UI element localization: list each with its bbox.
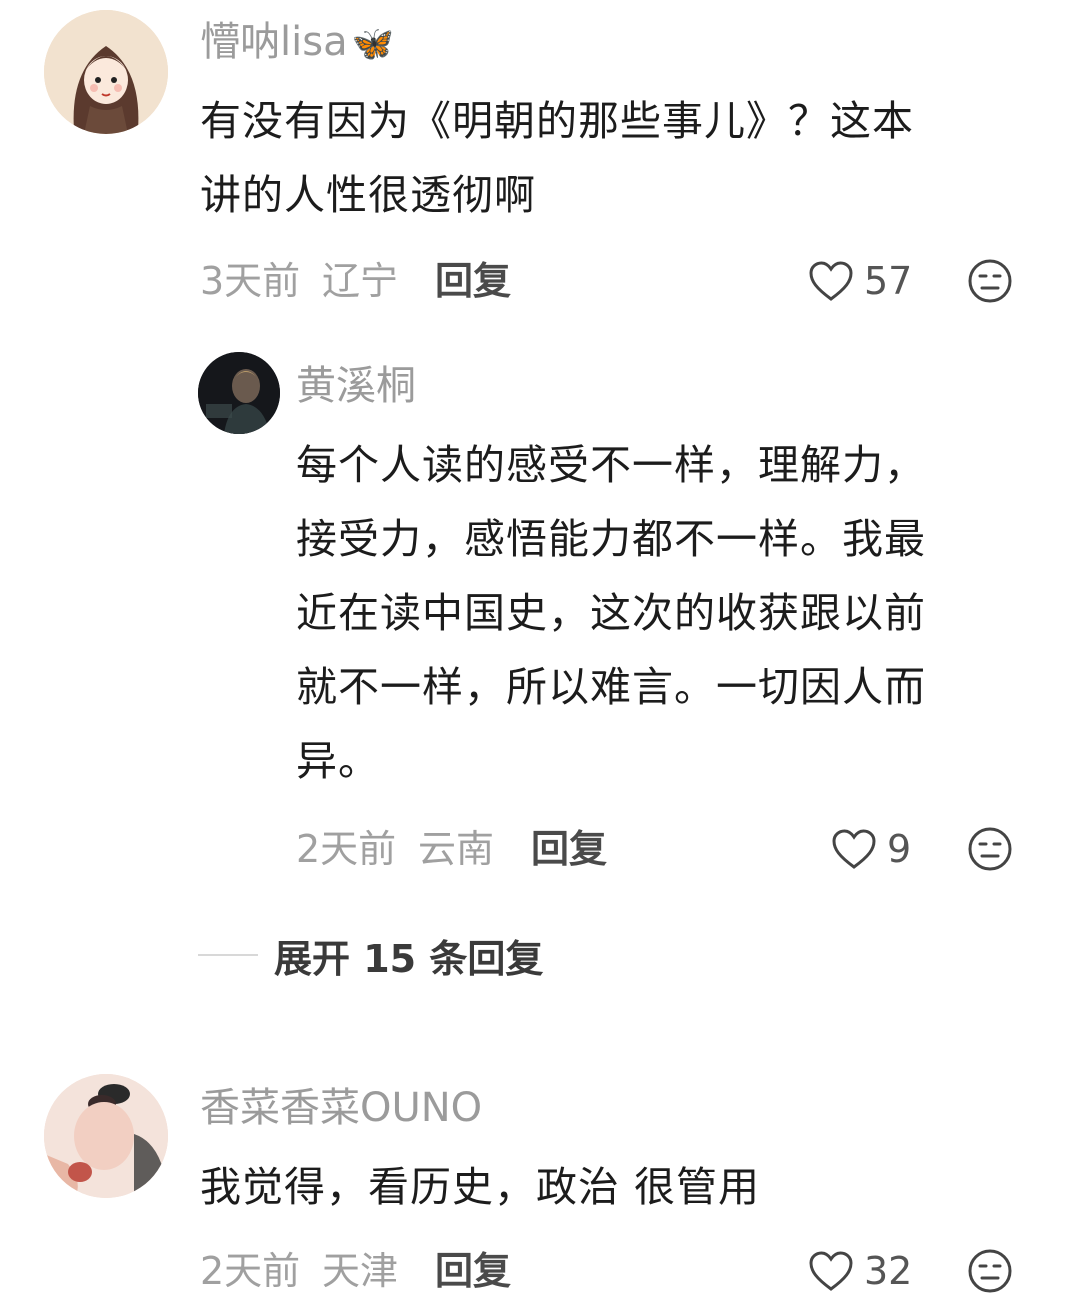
expand-replies-button[interactable]: 展开 15 条回复 [198, 930, 544, 981]
neutral-face-icon[interactable] [967, 258, 1013, 304]
like-button[interactable]: 32 [808, 1246, 912, 1296]
like-count: 9 [887, 827, 912, 871]
neutral-face-icon[interactable] [967, 1248, 1013, 1294]
reply-button[interactable]: 回复 [435, 1246, 511, 1296]
comment-meta: 2天前 天津 回复 32 [200, 1246, 1020, 1296]
username-text: 懵呐lisa [200, 19, 348, 65]
avatar-illustration [44, 10, 168, 134]
reply-button[interactable]: 回复 [531, 824, 607, 874]
divider [198, 954, 258, 956]
like-count: 32 [864, 1249, 913, 1293]
expand-replies-label: 展开 15 条回复 [274, 936, 544, 981]
avatar[interactable] [44, 10, 168, 134]
like-count: 57 [864, 259, 913, 303]
comment-text: 我觉得，看历史，政治 很管用 [200, 1150, 1030, 1224]
heart-outline-icon [832, 829, 876, 869]
comment-line: 我觉得，看历史，政治 很管用 [200, 1163, 761, 1211]
comment-line: 就不一样，所以难言。一切因人而 [296, 663, 926, 711]
timestamp: 3天前 [200, 259, 301, 303]
like-button[interactable]: 57 [808, 256, 912, 306]
comment-text: 有没有因为《明朝的那些事儿》？这本 讲的人性很透彻啊 [200, 84, 1030, 232]
location: 云南 [418, 827, 495, 871]
reply-button[interactable]: 回复 [435, 256, 511, 306]
comment-line: 异。 [296, 737, 380, 785]
comment-line: 近在读中国史，这次的收获跟以前 [296, 589, 926, 637]
location: 辽宁 [322, 259, 399, 303]
username[interactable]: 香菜香菜OUNO [200, 1084, 482, 1132]
avatar-photo [44, 1074, 168, 1198]
comment-meta: 2天前 云南 回复 9 [296, 824, 1020, 874]
butterfly-icon: 🦋 [351, 24, 394, 64]
avatar-photo [198, 352, 280, 434]
comment-line: 每个人读的感受不一样，理解力， [296, 441, 926, 489]
username[interactable]: 懵呐lisa 🦋 [200, 18, 394, 68]
location: 天津 [322, 1249, 399, 1293]
timestamp: 2天前 [200, 1249, 301, 1293]
comment-line: 有没有因为《明朝的那些事儿》？这本 [200, 97, 914, 145]
comment-line: 讲的人性很透彻啊 [200, 171, 536, 219]
neutral-face-icon[interactable] [967, 826, 1013, 872]
avatar[interactable] [44, 1074, 168, 1198]
comment-text: 每个人读的感受不一样，理解力， 接受力，感悟能力都不一样。我最 近在读中国史，这… [296, 428, 1036, 798]
timestamp: 2天前 [296, 827, 397, 871]
comment-line: 接受力，感悟能力都不一样。我最 [296, 515, 926, 563]
heart-outline-icon [809, 261, 853, 301]
heart-outline-icon [809, 1251, 853, 1291]
comment-meta: 3天前 辽宁 回复 57 [200, 256, 1020, 306]
avatar[interactable] [198, 352, 280, 434]
username[interactable]: 黄溪桐 [296, 362, 416, 410]
like-button[interactable]: 9 [831, 824, 911, 874]
